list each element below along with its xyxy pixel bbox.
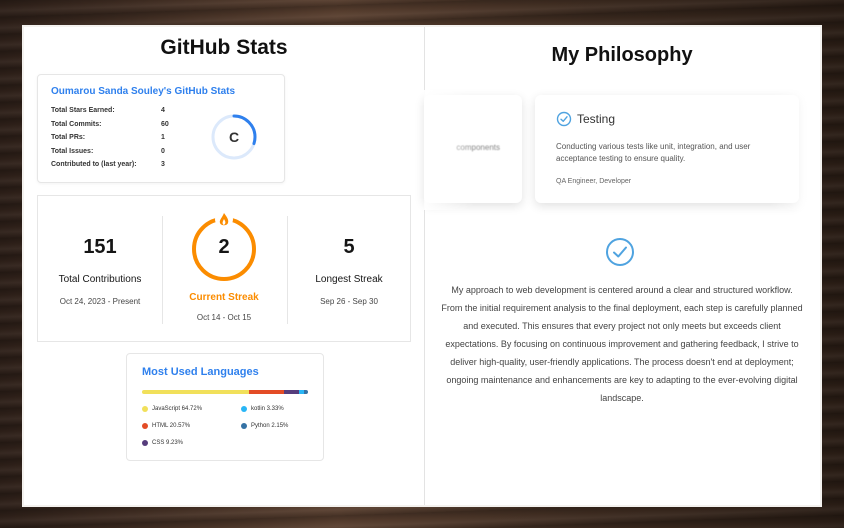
languages-bar bbox=[142, 390, 308, 394]
stat-value: 3 bbox=[161, 161, 165, 168]
philosophy-text: My approach to web development is center… bbox=[441, 285, 803, 403]
language-dot bbox=[142, 406, 148, 412]
stat-value: 4 bbox=[161, 107, 165, 114]
longest-streak-range: Sep 26 - Sep 30 bbox=[320, 297, 378, 306]
total-contributions-label: Total Contributions bbox=[58, 274, 142, 285]
language-label: kotlin 3.33% bbox=[251, 406, 284, 412]
github-stats-title: GitHub Stats bbox=[160, 36, 288, 59]
stat-label: Total Issues: bbox=[51, 148, 94, 155]
stat-row-prs: Total PRs: 1 bbox=[51, 134, 211, 146]
language-item-python: Python 2.15% bbox=[241, 423, 288, 429]
current-streak-value: 2 bbox=[218, 236, 230, 258]
streak-separator bbox=[287, 216, 288, 324]
carousel-fade-right bbox=[770, 90, 820, 210]
stat-row-stars: Total Stars Earned: 4 bbox=[51, 107, 211, 119]
longest-streak-label: Longest Streak bbox=[315, 274, 383, 285]
streak-separator bbox=[162, 216, 163, 324]
stat-row-contributed: Contributed to (last year): 3 bbox=[51, 161, 211, 173]
language-dot bbox=[142, 423, 148, 429]
stat-row-commits: Total Commits: 60 bbox=[51, 121, 211, 133]
language-dot bbox=[142, 440, 148, 446]
stat-label: Contributed to (last year): bbox=[51, 161, 137, 168]
language-dot bbox=[241, 423, 247, 429]
current-streak-range: Oct 14 - Oct 15 bbox=[196, 313, 252, 322]
carousel-fade-left bbox=[424, 90, 474, 210]
process-card-testing[interactable]: Testing Conducting various tests like un… bbox=[535, 95, 799, 203]
github-stats-card: Oumarou Sanda Souley's GitHub Stats Tota… bbox=[37, 74, 285, 183]
longest-streak-value: 5 bbox=[343, 236, 355, 258]
languages-card: Most Used Languages JavaScript 64.72% HT… bbox=[126, 353, 324, 461]
language-item-html: HTML 20.57% bbox=[142, 423, 190, 429]
stat-value: 0 bbox=[161, 148, 165, 155]
language-bar-segment bbox=[304, 390, 308, 394]
stat-row-issues: Total Issues: 0 bbox=[51, 148, 211, 160]
check-circle-icon bbox=[556, 111, 572, 127]
testing-card-description: Conducting various tests like unit, inte… bbox=[556, 142, 751, 163]
stats-card-title: Oumarou Sanda Souley's GitHub Stats bbox=[51, 86, 236, 97]
total-contributions-range: Oct 24, 2023 - Present bbox=[59, 297, 141, 306]
language-label: Python 2.15% bbox=[251, 423, 289, 429]
testing-card-roles: QA Engineer, Developer bbox=[556, 178, 632, 185]
language-bar-segment bbox=[142, 390, 250, 394]
stat-value: 60 bbox=[161, 121, 169, 128]
rank-letter: C bbox=[228, 129, 240, 145]
philosophy-title: My Philosophy bbox=[551, 44, 693, 66]
stat-label: Total Stars Earned: bbox=[51, 107, 115, 114]
language-item-css: CSS 9.23% bbox=[142, 440, 183, 446]
stat-label: Total Commits: bbox=[51, 121, 102, 128]
language-label: JavaScript 64.72% bbox=[152, 406, 203, 412]
total-contributions-value: 151 bbox=[83, 236, 117, 258]
language-label: CSS 9.23% bbox=[152, 440, 184, 446]
stat-value: 1 bbox=[161, 134, 165, 141]
language-bar-segment bbox=[283, 390, 299, 394]
language-dot bbox=[241, 406, 247, 412]
language-item-javascript: JavaScript 64.72% bbox=[142, 406, 202, 412]
language-item-kotlin: kotlin 3.33% bbox=[241, 406, 284, 412]
stat-label: Total PRs: bbox=[51, 134, 86, 141]
check-circle-icon bbox=[606, 238, 634, 266]
language-label: HTML 20.57% bbox=[152, 423, 191, 429]
languages-title: Most Used Languages bbox=[142, 366, 259, 378]
current-streak-label: Current Streak bbox=[189, 292, 259, 303]
testing-card-title: Testing bbox=[577, 112, 616, 126]
language-bar-segment bbox=[249, 390, 284, 394]
streak-card: 151 Total Contributions Oct 24, 2023 - P… bbox=[37, 195, 411, 342]
